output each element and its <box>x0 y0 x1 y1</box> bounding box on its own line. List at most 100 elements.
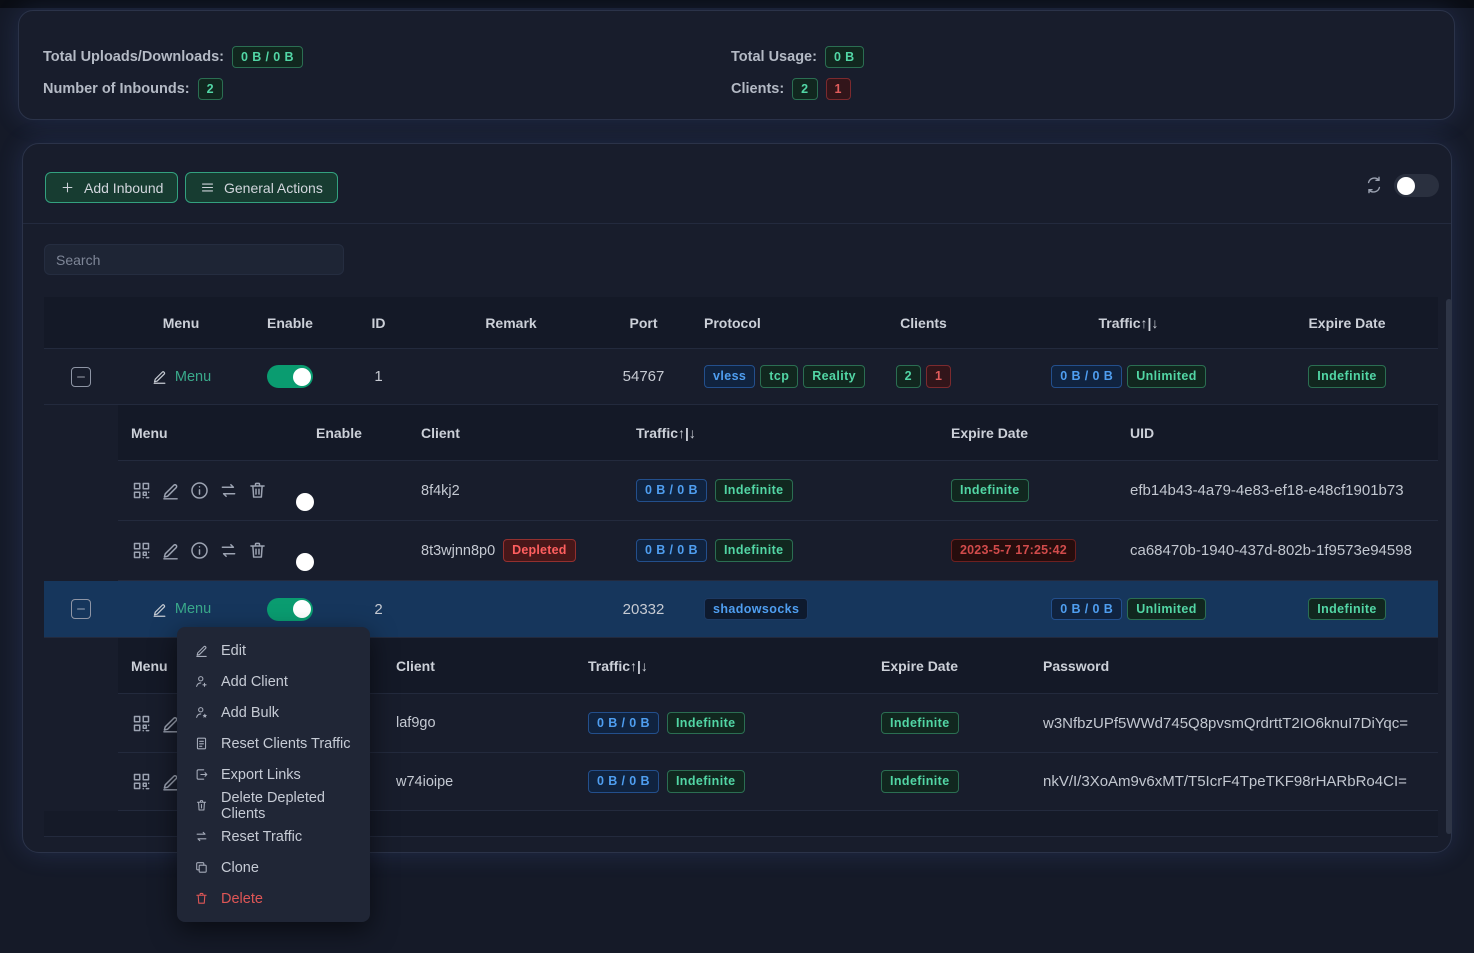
header-traffic-sort[interactable]: Traffic↑|↓ <box>1001 315 1256 331</box>
collapse-row-button[interactable] <box>71 599 91 619</box>
header-id: ID <box>336 315 421 331</box>
header-client: Client <box>396 425 616 441</box>
info-icon[interactable] <box>189 480 210 501</box>
reset-traffic-icon[interactable] <box>218 540 239 561</box>
expire-badge: Indefinite <box>1308 365 1386 388</box>
hamburger-icon <box>200 180 215 195</box>
minus-icon <box>75 603 87 615</box>
qr-code-icon[interactable] <box>131 480 152 501</box>
clients-depleted-badge: 1 <box>926 365 951 388</box>
expire-badge: Indefinite <box>1308 598 1386 621</box>
header-traffic-sort[interactable]: Traffic↑|↓ <box>556 658 856 674</box>
inbound-menu-button[interactable]: Menu <box>151 601 211 618</box>
refresh-icon <box>1364 175 1384 195</box>
protocol-badge: vless <box>704 365 755 388</box>
header-remark: Remark <box>421 315 601 331</box>
menu-item-clone[interactable]: Clone <box>177 852 370 883</box>
traffic-quota-badge: Indefinite <box>667 770 745 793</box>
client-name: 8t3wjnn8p0 <box>421 543 495 559</box>
edit-pencil-icon <box>151 601 168 618</box>
refresh-button[interactable] <box>1364 175 1384 195</box>
header-port: Port <box>601 315 686 331</box>
clients-ok-badge: 2 <box>896 365 921 388</box>
reset-traffic-icon[interactable] <box>218 480 239 501</box>
general-actions-button[interactable]: General Actions <box>185 172 338 203</box>
general-actions-label: General Actions <box>224 180 323 196</box>
reset-clients-traffic-icon <box>194 736 209 751</box>
client-name: w74ioipe <box>371 774 556 790</box>
menu-item-edit[interactable]: Edit <box>177 635 370 666</box>
total-usage-value: 0 B <box>825 46 864 69</box>
header-menu: Menu <box>118 315 244 331</box>
header-menu: Menu <box>118 425 301 441</box>
client-table-vless: Menu Enable Client Traffic↑|↓ Expire Dat… <box>118 405 1438 581</box>
menu-item-add-bulk[interactable]: Add Bulk <box>177 697 370 728</box>
menu-item-delete-depleted-clients[interactable]: Delete Depleted Clients <box>177 790 370 821</box>
traffic-badge: 0 B / 0 B <box>588 770 659 793</box>
delete-icon <box>194 891 209 906</box>
traffic-badge: 0 B / 0 B <box>1051 598 1122 621</box>
clients-label: Clients: <box>731 81 784 97</box>
header-clients: Clients <box>846 315 1001 331</box>
edit-client-icon[interactable] <box>160 540 181 561</box>
window-top-edge <box>0 0 1474 8</box>
inbound-port: 20332 <box>601 601 686 618</box>
header-protocol: Protocol <box>686 315 846 331</box>
header-enable: Enable <box>301 425 396 441</box>
header-traffic-sort[interactable]: Traffic↑|↓ <box>616 425 931 441</box>
inbound-id: 1 <box>336 368 421 385</box>
qr-code-icon[interactable] <box>131 713 152 734</box>
toolbar-divider <box>23 223 1451 224</box>
header-expire-date: Expire Date <box>1256 315 1438 331</box>
edit-icon <box>194 643 209 658</box>
edit-pencil-icon <box>151 368 168 385</box>
menu-item-delete[interactable]: Delete <box>177 883 370 914</box>
client-password: w3NfbzUPf5WWd745Q8pvsmQrdrttT2IO6knuI7Di… <box>1031 715 1438 732</box>
total-uploads-downloads-value: 0 B / 0 B <box>232 46 303 69</box>
collapse-row-button[interactable] <box>71 367 91 387</box>
table-scrollbar[interactable] <box>1446 299 1452 834</box>
header-uid: UID <box>1116 425 1438 441</box>
add-inbound-label: Add Inbound <box>84 180 163 196</box>
header-password: Password <box>1031 658 1438 674</box>
client-password: nkV/I/3XoAm9v6xMT/T5IcrF4TpeTKF98rHARbRo… <box>1031 773 1438 790</box>
header-expire-date: Expire Date <box>856 658 1031 674</box>
depleted-badge: Depleted <box>503 539 575 562</box>
header-expire-date: Expire Date <box>931 425 1116 441</box>
menu-item-add-client[interactable]: Add Client <box>177 666 370 697</box>
edit-client-icon[interactable] <box>160 480 181 501</box>
menu-item-reset-clients-traffic[interactable]: Reset Clients Traffic <box>177 728 370 759</box>
qr-code-icon[interactable] <box>131 540 152 561</box>
expire-badge: Indefinite <box>881 712 959 735</box>
inbound-enable-toggle[interactable] <box>267 365 313 388</box>
client-row-8f4kj2: 8f4kj2 0 B / 0 B Indefinite Indefinite e… <box>118 461 1438 521</box>
plus-icon <box>60 180 75 195</box>
client-uid: efb14b43-4a79-4e83-ef18-e48cf1901b73 <box>1116 482 1438 499</box>
inbound-context-menu: Edit Add Client Add Bulk Reset Clients T… <box>177 627 370 922</box>
delete-client-icon[interactable] <box>247 540 268 561</box>
menu-item-reset-traffic[interactable]: Reset Traffic <box>177 821 370 852</box>
menu-item-export-links[interactable]: Export Links <box>177 759 370 790</box>
add-bulk-icon <box>194 705 209 720</box>
add-inbound-button[interactable]: Add Inbound <box>45 172 178 203</box>
qr-code-icon[interactable] <box>131 771 152 792</box>
traffic-badge: 0 B / 0 B <box>636 539 707 562</box>
search-input[interactable] <box>44 244 344 275</box>
info-icon[interactable] <box>189 540 210 561</box>
clients-active-count: 2 <box>792 78 817 101</box>
add-client-icon <box>194 674 209 689</box>
protocol-badge: shadowsocks <box>704 598 808 621</box>
delete-client-icon[interactable] <box>247 480 268 501</box>
inbound-menu-button[interactable]: Menu <box>151 368 211 385</box>
expire-badge: Indefinite <box>881 770 959 793</box>
expire-badge: Indefinite <box>951 479 1029 502</box>
minus-icon <box>75 371 87 383</box>
number-of-inbounds-value: 2 <box>198 78 223 101</box>
inbound-enable-toggle[interactable] <box>267 598 313 621</box>
total-usage-label: Total Usage: <box>731 49 817 65</box>
stats-panel: Total Uploads/Downloads: 0 B / 0 B Total… <box>18 10 1455 120</box>
expire-badge: 2023-5-7 17:25:42 <box>951 539 1076 562</box>
export-links-icon <box>194 767 209 782</box>
dark-mode-toggle[interactable] <box>1394 174 1439 197</box>
inbound-port: 54767 <box>601 368 686 385</box>
